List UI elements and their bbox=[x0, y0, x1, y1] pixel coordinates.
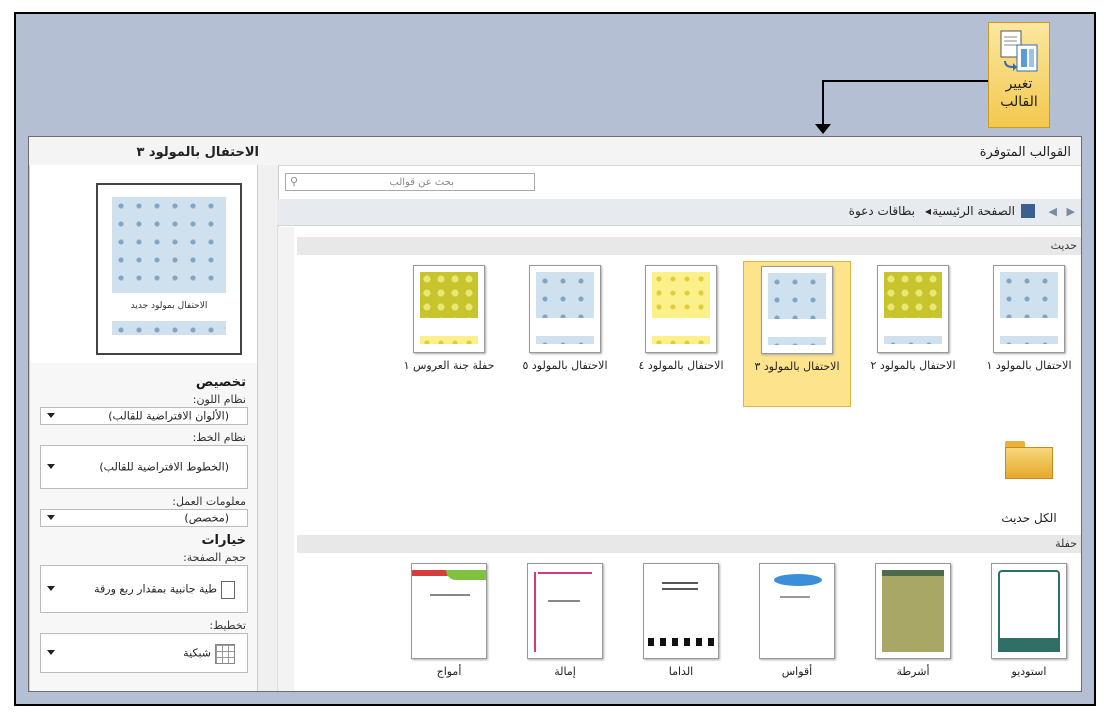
change-template-label-2: القالب bbox=[1000, 94, 1038, 110]
section-new-bar[interactable]: حديث bbox=[297, 237, 1081, 255]
template-thumbnail bbox=[761, 266, 833, 354]
color-scheme-dropdown[interactable]: (الألوان الافتراضية للقالب) bbox=[40, 407, 248, 425]
template-tile[interactable]: أمواج bbox=[395, 563, 503, 691]
font-scheme-dropdown[interactable]: (الخطوط الافتراضية للقالب) bbox=[40, 445, 248, 489]
callout-arrow-stem bbox=[822, 80, 824, 128]
template-tile[interactable]: أشرطة bbox=[859, 563, 967, 691]
template-tile[interactable]: الاحتفال بالمولود ٢ bbox=[859, 261, 967, 389]
template-tile[interactable]: الداما bbox=[627, 563, 735, 691]
business-info-dropdown[interactable]: (مخصص) bbox=[40, 509, 248, 527]
search-icon: ⚲ bbox=[290, 175, 299, 188]
font-scheme-label: نظام الخط: bbox=[192, 431, 246, 444]
template-tile[interactable]: استوديو bbox=[975, 563, 1081, 691]
template-label: الاحتفال بالمولود ١ bbox=[986, 359, 1072, 372]
chevron-down-icon bbox=[47, 413, 55, 418]
breadcrumb-separator: ◂ bbox=[924, 204, 931, 218]
templates-gallery: ⚲ بحث عن قوالب ▶ ◀ الصفحة الرئيسية ◂ بطا… bbox=[277, 165, 1081, 691]
template-label: الداما bbox=[668, 665, 694, 678]
layout-label: تخطيط: bbox=[209, 619, 246, 632]
template-tile-selected[interactable]: الاحتفال بالمولود ٣ bbox=[743, 261, 851, 407]
template-details-panel: الاحتفال بمولود جديد تخصيص نظام اللون: (… bbox=[29, 165, 258, 691]
layout-value: شبكية bbox=[183, 646, 211, 660]
grid-layout-icon bbox=[215, 644, 235, 664]
template-label: الاحتفال بالمولود ٣ bbox=[754, 360, 840, 373]
business-info-label: معلومات العمل: bbox=[172, 495, 246, 508]
template-tile[interactable]: الاحتفال بالمولود ٥ bbox=[511, 261, 619, 389]
template-thumbnail bbox=[877, 265, 949, 353]
template-label: أشرطة bbox=[896, 665, 930, 678]
color-scheme-label: نظام اللون: bbox=[192, 393, 246, 406]
change-template-label-1: تغيير bbox=[1005, 76, 1033, 92]
template-thumbnail bbox=[413, 265, 485, 353]
search-placeholder: بحث عن قوالب bbox=[389, 177, 454, 188]
template-label: حفلة جنة العروس ١ bbox=[403, 359, 495, 372]
layout-dropdown[interactable]: شبكية bbox=[40, 633, 248, 673]
template-thumbnail bbox=[643, 563, 719, 659]
template-label: الاحتفال بالمولود ٢ bbox=[870, 359, 956, 372]
template-label: إمالة bbox=[554, 665, 576, 678]
template-thumbnail bbox=[529, 265, 601, 353]
customize-heading: تخصيص bbox=[195, 375, 246, 390]
section-party-bar[interactable]: حفلة bbox=[297, 535, 1081, 553]
template-thumbnail bbox=[991, 563, 1067, 659]
home-icon[interactable] bbox=[1021, 204, 1035, 218]
all-new-label: الكل حديث bbox=[1001, 511, 1057, 525]
change-template-button[interactable]: تغيير القالب bbox=[988, 22, 1050, 128]
template-label: استوديو bbox=[1011, 665, 1047, 678]
template-tile[interactable]: الاحتفال بالمولود ١ bbox=[975, 261, 1081, 389]
preview-pattern bbox=[112, 197, 226, 293]
breadcrumb: ▶ ◀ الصفحة الرئيسية ◂ بطاقات دعوة bbox=[277, 199, 1081, 226]
section-new-label: حديث bbox=[1050, 239, 1077, 252]
business-info-value: (مخصص) bbox=[184, 511, 229, 525]
font-scheme-value: (الخطوط الافتراضية للقالب) bbox=[99, 460, 229, 474]
chevron-down-icon bbox=[47, 586, 55, 591]
forward-icon[interactable]: ◀ bbox=[1049, 205, 1057, 218]
breadcrumb-current[interactable]: بطاقات دعوة bbox=[849, 204, 915, 218]
template-tile[interactable]: إمالة bbox=[511, 563, 619, 691]
callout-arrow-head bbox=[815, 124, 831, 134]
template-thumbnail bbox=[875, 563, 951, 659]
template-label: أقواس bbox=[781, 665, 813, 678]
templates-window: القوالب المتوفرة الاحتفال بالمولود ٣ الا… bbox=[28, 136, 1082, 692]
breadcrumb-home[interactable]: الصفحة الرئيسية bbox=[932, 204, 1015, 218]
selected-template-title: الاحتفال بالمولود ٣ bbox=[136, 145, 259, 160]
template-tile[interactable]: الاحتفال بالمولود ٤ bbox=[627, 261, 735, 389]
template-thumbnail bbox=[527, 563, 603, 659]
template-thumbnail bbox=[645, 265, 717, 353]
template-thumbnail bbox=[993, 265, 1065, 353]
color-scheme-value: (الألوان الافتراضية للقالب) bbox=[108, 409, 229, 423]
back-icon[interactable]: ▶ bbox=[1067, 205, 1075, 218]
page-size-value: طية جانبية بمقدار ربع ورقة bbox=[94, 582, 217, 596]
template-tile[interactable]: أقواس bbox=[743, 563, 851, 691]
page-size-dropdown[interactable]: طية جانبية بمقدار ربع ورقة bbox=[40, 565, 248, 613]
template-thumbnail bbox=[759, 563, 835, 659]
preview-band bbox=[112, 321, 226, 335]
all-new-tile[interactable]: الكل حديث bbox=[975, 439, 1081, 543]
chevron-down-icon bbox=[47, 515, 55, 520]
template-preview: الاحتفال بمولود جديد bbox=[96, 183, 242, 355]
folder-icon bbox=[1001, 439, 1057, 483]
change-template-icon bbox=[999, 29, 1039, 73]
template-thumbnail bbox=[411, 563, 487, 659]
search-input[interactable]: ⚲ بحث عن قوالب bbox=[285, 173, 535, 191]
preview-caption: الاحتفال بمولود جديد bbox=[130, 301, 208, 311]
template-label: الاحتفال بالمولود ٥ bbox=[522, 359, 608, 372]
chevron-down-icon bbox=[47, 650, 55, 655]
page-size-label: حجم الصفحة: bbox=[183, 551, 246, 564]
gallery-scrollbar[interactable] bbox=[277, 227, 294, 691]
available-templates-title: القوالب المتوفرة bbox=[979, 145, 1071, 160]
window-titlebar: القوالب المتوفرة الاحتفال بالمولود ٣ bbox=[29, 137, 1081, 166]
callout-arrow-line bbox=[822, 80, 988, 82]
chevron-down-icon bbox=[47, 464, 55, 469]
section-party-label: حفلة bbox=[1055, 537, 1077, 550]
template-label: الاحتفال بالمولود ٤ bbox=[638, 359, 724, 372]
panel-splitter[interactable] bbox=[257, 165, 279, 691]
template-tile[interactable]: حفلة جنة العروس ١ bbox=[395, 261, 503, 389]
page-fold-icon bbox=[221, 581, 235, 599]
template-label: أمواج bbox=[436, 665, 462, 678]
options-heading: خيارات bbox=[201, 533, 246, 548]
